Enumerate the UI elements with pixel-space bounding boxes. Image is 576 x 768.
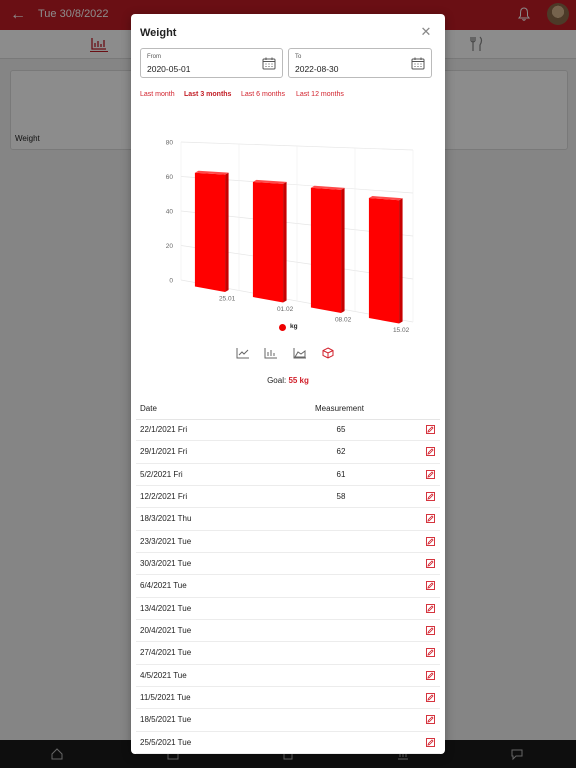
edit-icon[interactable] [426, 648, 435, 658]
bar-side [341, 187, 345, 313]
3d-chart-icon[interactable] [321, 347, 335, 359]
legend-label: kg [290, 323, 298, 330]
row-date: 29/1/2021 Fri [140, 447, 188, 457]
row-measurement: 58 [336, 492, 346, 502]
edit-icon[interactable] [426, 492, 435, 501]
row-date: 6/4/2021 Tue [140, 581, 187, 591]
range-last-month[interactable]: Last month [140, 91, 175, 98]
row-date: 27/4/2021 Tue [140, 648, 192, 658]
bar [310, 187, 342, 313]
from-label: From [147, 54, 161, 60]
row-measurement: 62 [336, 447, 346, 457]
range-last-12-months[interactable]: Last 12 months [296, 91, 344, 98]
row-date: 13/4/2021 Tue [140, 603, 192, 613]
area-chart-icon[interactable] [293, 347, 307, 359]
from-date-field[interactable]: From 2020-05-01 [140, 48, 283, 78]
calendar-icon[interactable] [411, 57, 425, 70]
legend-marker [279, 324, 286, 331]
table-row[interactable]: 29/1/2021 Fri 62 [136, 441, 440, 464]
table-row[interactable]: 25/5/2021 Tue [136, 732, 440, 754]
table-row[interactable]: 5/2/2021 Fri 61 [136, 464, 440, 487]
bar-chart-icon[interactable] [264, 347, 278, 359]
row-date: 5/2/2021 Fri [140, 469, 183, 479]
calendar-icon[interactable] [262, 57, 276, 70]
y-tick-label: 60 [166, 174, 174, 181]
line-chart-icon[interactable] [236, 347, 250, 359]
row-date: 30/3/2021 Tue [140, 559, 192, 569]
edit-icon[interactable] [426, 737, 435, 747]
to-date-field[interactable]: To 2022-08-30 [288, 48, 432, 78]
table-row[interactable]: 27/4/2021 Tue [136, 642, 440, 665]
table-row[interactable]: 22/1/2021 Fri 65 [136, 419, 440, 442]
row-date: 12/2/2021 Fri [140, 492, 188, 502]
row-date: 22/1/2021 Fri [140, 425, 188, 434]
y-tick-label: 40 [166, 209, 174, 216]
y-tick-label: 80 [166, 140, 174, 147]
y-tick-label: 20 [166, 243, 174, 250]
table-row[interactable]: 30/3/2021 Tue [136, 553, 440, 576]
weight-modal: Weight ✕ From 2020-05-01 To 2022-08-30 L… [131, 14, 445, 754]
x-tick-label: 25.01 [219, 295, 236, 302]
edit-icon[interactable] [426, 693, 435, 703]
bar-side [283, 181, 287, 303]
x-tick-label: 15.02 [393, 327, 410, 332]
range-last-3-months[interactable]: Last 3 months [184, 91, 231, 98]
weight-chart: 0 20 40 60 80 25.01 01.02 08.02 15.02 [166, 140, 414, 332]
table-row[interactable]: 18/3/2021 Thu [136, 508, 440, 531]
bar [368, 198, 400, 324]
table-row[interactable]: 20/4/2021 Tue [136, 620, 440, 643]
measurement-column-header: Measurement [315, 404, 364, 413]
edit-icon[interactable] [426, 514, 435, 524]
row-date: 4/5/2021 Tue [140, 670, 187, 680]
table-row[interactable]: 12/2/2021 Fri 58 [136, 486, 440, 509]
edit-icon[interactable] [426, 536, 435, 546]
from-value: 2020-05-01 [147, 64, 191, 74]
edit-icon[interactable] [426, 603, 435, 613]
row-measurement: 65 [336, 425, 346, 434]
table-row[interactable]: 4/5/2021 Tue [136, 665, 440, 688]
table-header: Date Measurement [136, 398, 440, 420]
edit-icon[interactable] [426, 469, 435, 479]
row-date: 20/4/2021 Tue [140, 626, 192, 636]
row-measurement: 61 [336, 469, 346, 479]
table-row[interactable]: 13/4/2021 Tue [136, 598, 440, 621]
row-date: 11/5/2021 Tue [140, 693, 191, 703]
edit-icon[interactable] [426, 425, 435, 434]
y-tick-label: 0 [169, 278, 173, 285]
to-label: To [295, 54, 302, 60]
table-row[interactable]: 23/3/2021 Tue [136, 531, 440, 554]
bar-side [399, 198, 403, 324]
edit-icon[interactable] [426, 447, 435, 457]
edit-icon[interactable] [426, 715, 435, 725]
edit-icon[interactable] [426, 559, 435, 569]
x-tick-label: 08.02 [335, 316, 352, 323]
table-row[interactable]: 6/4/2021 Tue [136, 575, 440, 598]
date-column-header: Date [140, 404, 157, 413]
x-tick-label: 01.02 [277, 306, 294, 313]
row-date: 18/5/2021 Tue [140, 715, 192, 725]
goal-value: 55 kg [288, 376, 309, 385]
range-last-6-months[interactable]: Last 6 months [241, 91, 285, 98]
edit-icon[interactable] [426, 670, 435, 680]
table-row[interactable]: 18/5/2021 Tue [136, 709, 440, 732]
row-date: 25/5/2021 Tue [140, 737, 192, 747]
row-date: 23/3/2021 Tue [140, 536, 192, 546]
modal-title: Weight [140, 27, 177, 39]
bar-side [225, 172, 229, 292]
goal-label: Goal: [267, 376, 287, 385]
measurements-table: 22/1/2021 Fri 65 29/1/2021 Fri 62 5/2/2021 F… [136, 419, 440, 754]
to-value: 2022-08-30 [295, 64, 339, 74]
edit-icon[interactable] [426, 581, 435, 591]
edit-icon[interactable] [426, 626, 435, 636]
table-row[interactable]: 11/5/2021 Tue [136, 687, 440, 710]
goal: Goal: 55 kg [131, 376, 445, 385]
bar [194, 172, 226, 292]
row-date: 18/3/2021 Thu [140, 514, 192, 524]
close-icon[interactable]: ✕ [419, 25, 433, 39]
bar [252, 181, 284, 303]
